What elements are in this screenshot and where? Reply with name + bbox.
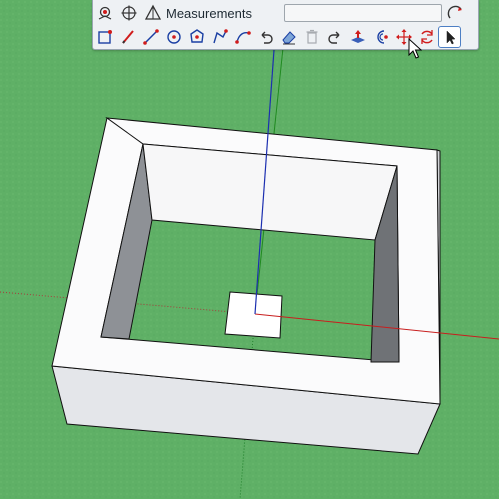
polygon-icon[interactable] <box>185 26 208 48</box>
select-box-icon[interactable] <box>93 26 116 48</box>
offset-icon[interactable] <box>369 26 392 48</box>
select-arrow-icon[interactable] <box>438 26 461 48</box>
trash-icon[interactable] <box>300 26 323 48</box>
measurements-field[interactable] <box>284 4 442 22</box>
tape-measure-icon[interactable] <box>444 2 468 24</box>
pencil-icon[interactable] <box>116 26 139 48</box>
circle-icon[interactable] <box>162 26 185 48</box>
mouse-cursor-icon <box>408 38 422 59</box>
arc-icon[interactable] <box>231 26 254 48</box>
position-camera-icon[interactable] <box>93 2 117 24</box>
3d-viewport[interactable] <box>0 0 499 499</box>
eraser-icon[interactable] <box>277 26 300 48</box>
orbit-icon[interactable] <box>117 2 141 24</box>
floor-square <box>224 291 283 339</box>
line-icon[interactable] <box>139 26 162 48</box>
measurements-triangle-icon <box>141 2 165 24</box>
polyline-icon[interactable] <box>208 26 231 48</box>
redo-icon[interactable] <box>323 26 346 48</box>
push-pull-icon[interactable] <box>346 26 369 48</box>
undo-icon[interactable] <box>254 26 277 48</box>
measurements-label: Measurements <box>166 5 252 21</box>
